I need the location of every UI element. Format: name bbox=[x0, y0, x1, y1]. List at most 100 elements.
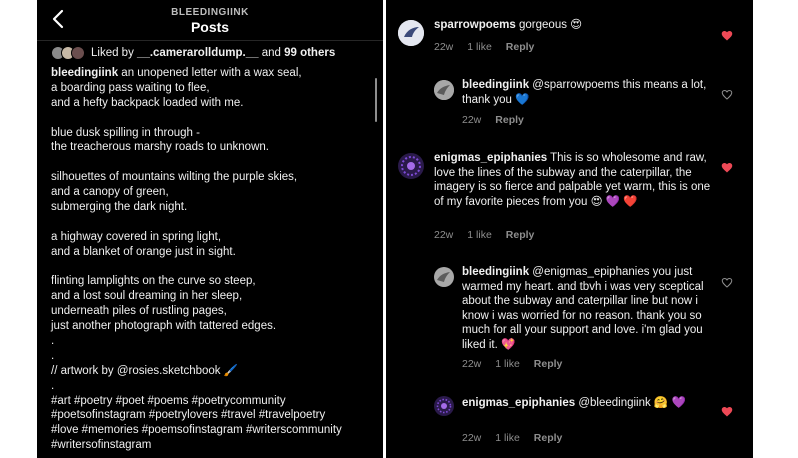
heart-filled-icon[interactable] bbox=[721, 162, 733, 173]
likes-summary: Liked by __.camerarolldump.__ and 99 oth… bbox=[51, 46, 335, 60]
comment-time: 22w bbox=[434, 229, 454, 241]
reply-button[interactable]: Reply bbox=[495, 114, 524, 126]
caption-line-text: just another photograph with tattered ed… bbox=[51, 320, 277, 333]
caption-line-text: . bbox=[51, 335, 55, 348]
profile-username: BLEEDINGIINK bbox=[171, 7, 249, 18]
comments-panel: sparrowpoems gorgeous 😍 22w 1 like Reply… bbox=[386, 0, 753, 458]
comment-time: 22w bbox=[462, 358, 482, 370]
caption-author[interactable]: bleedingiink bbox=[51, 67, 118, 79]
caption-line-text: #writersofinstagram bbox=[51, 439, 152, 452]
heart-filled-icon[interactable] bbox=[721, 406, 733, 417]
caption-line: #poetsofinstagram #poetrylovers #travel … bbox=[51, 408, 369, 423]
caption-line: . bbox=[51, 379, 369, 394]
heart-filled-icon[interactable] bbox=[721, 30, 733, 41]
avatar bbox=[71, 46, 85, 60]
caption-line-text: and a canopy of green, bbox=[51, 186, 169, 199]
caption-line: flinting lamplights on the curve so stee… bbox=[51, 274, 369, 289]
caption-line-text: #love #memories #poemsofinstagram #write… bbox=[51, 424, 342, 437]
caption-line-text: and a lost soul dreaming in her sleep, bbox=[51, 290, 243, 303]
caption-line: #love #memories #poemsofinstagram #write… bbox=[51, 423, 369, 438]
avatar[interactable] bbox=[434, 396, 454, 416]
caption-line: underneath piles of rustling pages, bbox=[51, 304, 369, 319]
comment-time: 22w bbox=[462, 114, 482, 126]
comment-text: bleedingiink @sparrowpoems this means a … bbox=[462, 78, 722, 107]
caption-line-text: blue dusk spilling in through - bbox=[51, 126, 200, 139]
caption-line: and a canopy of green, bbox=[51, 185, 369, 200]
heart-outline-icon[interactable] bbox=[721, 89, 733, 100]
comment-body: @enigmas_epiphanies you just warmed my h… bbox=[462, 266, 704, 351]
avatar[interactable] bbox=[434, 267, 454, 287]
comment-meta: 22w 1 like Reply bbox=[434, 229, 534, 241]
comment-username[interactable]: bleedingiink bbox=[462, 266, 529, 278]
caption-line: and a lost soul dreaming in her sleep, bbox=[51, 289, 369, 304]
caption-line-text: underneath piles of rustling pages, bbox=[51, 305, 227, 318]
avatar[interactable] bbox=[434, 80, 454, 100]
likes-others-link[interactable]: 99 others bbox=[284, 47, 335, 59]
reply-button[interactable]: Reply bbox=[506, 229, 535, 241]
post-caption: bleedingiink an unopened letter with a w… bbox=[51, 66, 369, 453]
caption-line-text: and a hefty backpack loaded with me. bbox=[51, 96, 244, 109]
caption-line-text: flinting lamplights on the curve so stee… bbox=[51, 275, 256, 288]
comment-time: 22w bbox=[462, 432, 482, 444]
caption-line-text: #art #poetry #poet #poems #poetrycommuni… bbox=[51, 394, 286, 407]
caption-line-text: a boarding pass waiting to flee, bbox=[51, 81, 210, 94]
caption-line: #art #poetry #poet #poems #poetrycommuni… bbox=[51, 394, 369, 409]
comment-text: bleedingiink @enigmas_epiphanies you jus… bbox=[462, 265, 717, 353]
caption-line: silhouettes of mountains wilting the pur… bbox=[51, 170, 369, 185]
caption-line: . bbox=[51, 334, 369, 349]
caption-line: submerging the dark night. bbox=[51, 200, 369, 215]
comment-text: enigmas_epiphanies This is so wholesome … bbox=[434, 151, 719, 209]
reply-button[interactable]: Reply bbox=[534, 358, 563, 370]
caption-line: bleedingiink an unopened letter with a w… bbox=[51, 66, 369, 81]
page-title: Posts bbox=[190, 19, 230, 35]
comment-username[interactable]: enigmas_epiphanies bbox=[462, 397, 575, 409]
comment-text: sparrowpoems gorgeous 😍 bbox=[434, 18, 719, 33]
scrollbar[interactable] bbox=[375, 78, 377, 122]
comment-likes[interactable]: 1 like bbox=[495, 432, 520, 444]
post-panel: BLEEDINGIINK Posts Liked by __.camerarol… bbox=[37, 0, 383, 458]
comment-meta: 22w Reply bbox=[462, 114, 524, 126]
comment-meta: 22w 1 like Reply bbox=[462, 432, 562, 444]
caption-line: blue dusk spilling in through - bbox=[51, 126, 369, 141]
comment-username[interactable]: sparrowpoems bbox=[434, 19, 516, 31]
avatar[interactable] bbox=[398, 153, 424, 179]
caption-line: and a blanket of orange just in sight. bbox=[51, 245, 369, 260]
comment-meta: 22w 1 like Reply bbox=[462, 358, 562, 370]
caption-line-text: silhouettes of mountains wilting the pur… bbox=[51, 171, 298, 184]
caption-line: . bbox=[51, 349, 369, 364]
caption-line: #writersofinstagram bbox=[51, 438, 369, 453]
caption-line-text: // artwork by @rosies.sketchbook 🖌️ bbox=[51, 364, 239, 377]
liker-avatars[interactable] bbox=[51, 46, 85, 60]
comment-body: @bleedingiink 🤗 💜 bbox=[578, 397, 686, 409]
comment-text: enigmas_epiphanies @bleedingiink 🤗 💜 bbox=[462, 396, 712, 411]
comment-likes[interactable]: 1 like bbox=[467, 229, 492, 241]
caption-line-text: . bbox=[51, 379, 55, 392]
header-divider bbox=[37, 40, 383, 41]
reply-button[interactable]: Reply bbox=[534, 432, 563, 444]
comment-time: 22w bbox=[434, 41, 454, 53]
caption-line: a boarding pass waiting to flee, bbox=[51, 81, 369, 96]
avatar[interactable] bbox=[398, 20, 424, 46]
caption-line-text: . bbox=[51, 349, 55, 362]
liker-username-link[interactable]: __.camerarolldump.__ bbox=[137, 47, 258, 59]
caption-line-text: submerging the dark night. bbox=[51, 201, 188, 214]
comment-likes[interactable]: 1 like bbox=[495, 358, 520, 370]
comment-body: gorgeous 😍 bbox=[519, 19, 583, 31]
comment-username[interactable]: bleedingiink bbox=[462, 79, 529, 91]
reply-button[interactable]: Reply bbox=[506, 41, 535, 53]
comment-username[interactable]: enigmas_epiphanies bbox=[434, 152, 547, 164]
caption-line-text: and a blanket of orange just in sight. bbox=[51, 245, 236, 258]
caption-line-text: the treacherous marshy roads to unknown. bbox=[51, 141, 269, 154]
comment-meta: 22w 1 like Reply bbox=[434, 41, 534, 53]
heart-outline-icon[interactable] bbox=[721, 277, 733, 288]
caption-line-text: an unopened letter with a wax seal, bbox=[121, 67, 302, 79]
caption-line: a highway covered in spring light, bbox=[51, 230, 369, 245]
caption-line: // artwork by @rosies.sketchbook 🖌️ bbox=[51, 364, 369, 379]
comment-likes[interactable]: 1 like bbox=[467, 41, 492, 53]
caption-line-text: #poetsofinstagram #poetrylovers #travel … bbox=[51, 409, 326, 422]
caption-line: just another photograph with tattered ed… bbox=[51, 319, 369, 334]
